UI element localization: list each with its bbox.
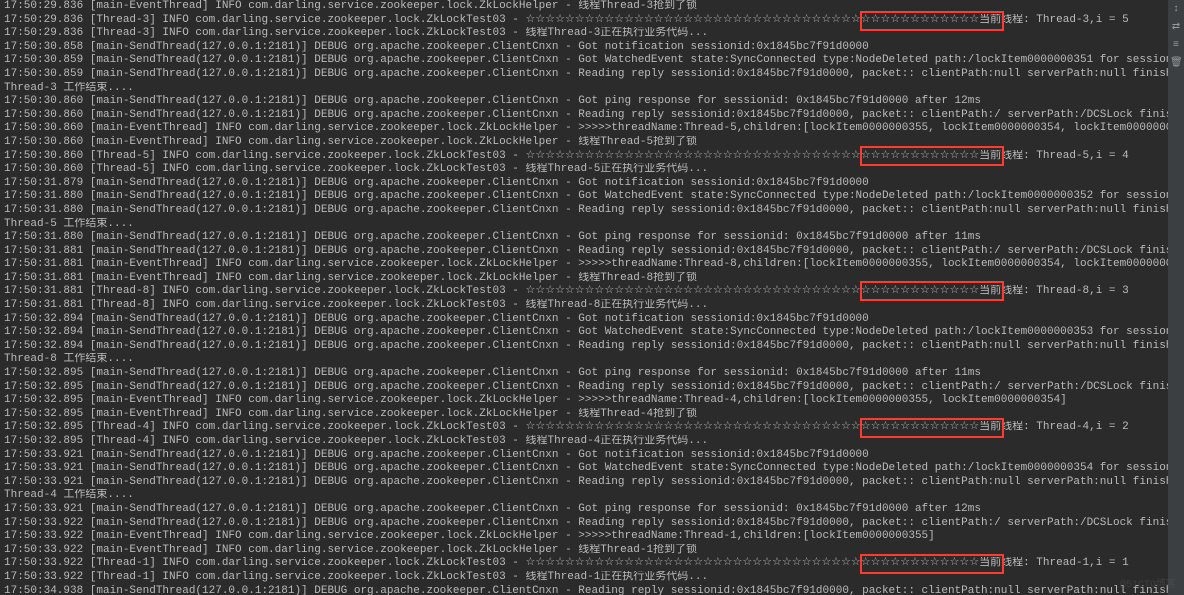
log-line: 17:50:32.894 [main-SendThread(127.0.0.1:…: [4, 313, 1180, 327]
log-line: 17:50:30.858 [main-SendThread(127.0.0.1:…: [4, 41, 1180, 55]
clear-icon[interactable]: 🗑: [1170, 58, 1182, 70]
log-line: Thread-5 工作结束....: [4, 218, 1180, 232]
log-line: 17:50:33.921 [main-SendThread(127.0.0.1:…: [4, 449, 1180, 463]
log-line: 17:50:30.859 [main-SendThread(127.0.0.1:…: [4, 68, 1180, 82]
log-line: 17:50:33.921 [main-SendThread(127.0.0.1:…: [4, 462, 1180, 476]
soft-wrap-icon[interactable]: ↕: [1170, 4, 1182, 16]
log-line: 17:50:32.895 [main-SendThread(127.0.0.1:…: [4, 381, 1180, 395]
log-line: 17:50:33.921 [main-SendThread(127.0.0.1:…: [4, 503, 1180, 517]
log-line: 17:50:31.881 [Thread-8] INFO com.darling…: [4, 299, 1180, 313]
log-line: 17:50:30.860 [Thread-5] INFO com.darling…: [4, 163, 1180, 177]
log-line: 17:50:30.860 [main-SendThread(127.0.0.1:…: [4, 95, 1180, 109]
log-line: 17:50:31.880 [main-SendThread(127.0.0.1:…: [4, 231, 1180, 245]
log-line: 17:50:33.922 [Thread-1] INFO com.darling…: [4, 557, 1180, 571]
log-line: Thread-8 工作结束....: [4, 353, 1180, 367]
log-line: 17:50:31.879 [main-SendThread(127.0.0.1:…: [4, 177, 1180, 191]
log-line: 17:50:33.922 [main-EventThread] INFO com…: [4, 530, 1180, 544]
log-line: Thread-4 工作结束....: [4, 489, 1180, 503]
log-line: 17:50:32.895 [Thread-4] INFO com.darling…: [4, 435, 1180, 449]
log-line: 17:50:32.895 [main-EventThread] INFO com…: [4, 394, 1180, 408]
log-line: 17:50:31.881 [main-SendThread(127.0.0.1:…: [4, 245, 1180, 259]
tool-gutter: ↕ ⇄ ≡ 🗑: [1168, 0, 1184, 595]
log-line: Thread-3 工作结束....: [4, 82, 1180, 96]
log-line: 17:50:30.860 [Thread-5] INFO com.darling…: [4, 150, 1180, 164]
log-line: 17:50:31.881 [Thread-8] INFO com.darling…: [4, 285, 1180, 299]
log-line: 17:50:32.895 [main-SendThread(127.0.0.1:…: [4, 367, 1180, 381]
log-line: 17:50:29.836 [Thread-3] INFO com.darling…: [4, 27, 1180, 41]
log-line: 17:50:33.922 [main-SendThread(127.0.0.1:…: [4, 517, 1180, 531]
log-line: 17:50:32.895 [main-EventThread] INFO com…: [4, 408, 1180, 422]
log-line: 17:50:31.881 [main-EventThread] INFO com…: [4, 258, 1180, 272]
log-line: 17:50:30.859 [main-SendThread(127.0.0.1:…: [4, 54, 1180, 68]
log-output[interactable]: 17:50:29.836 [main-EventThread] INFO com…: [0, 0, 1184, 595]
log-line: 17:50:29.836 [main-EventThread] INFO com…: [4, 0, 1180, 14]
log-line: 17:50:29.836 [Thread-3] INFO com.darling…: [4, 14, 1180, 28]
settings-icon[interactable]: ≡: [1170, 40, 1182, 52]
log-line: 17:50:32.894 [main-SendThread(127.0.0.1:…: [4, 340, 1180, 354]
log-line: 17:50:30.860 [main-EventThread] INFO com…: [4, 122, 1180, 136]
watermark: @51CTO博客: [1120, 579, 1176, 593]
log-line: 17:50:33.921 [main-SendThread(127.0.0.1:…: [4, 476, 1180, 490]
log-line: 17:50:32.894 [main-SendThread(127.0.0.1:…: [4, 326, 1180, 340]
log-line: 17:50:32.895 [Thread-4] INFO com.darling…: [4, 421, 1180, 435]
log-line: 17:50:34.938 [main-SendThread(127.0.0.1:…: [4, 585, 1180, 595]
log-line: 17:50:33.922 [Thread-1] INFO com.darling…: [4, 571, 1180, 585]
scroll-lock-icon[interactable]: ⇄: [1170, 22, 1182, 34]
log-line: 17:50:31.880 [main-SendThread(127.0.0.1:…: [4, 204, 1180, 218]
log-line: 17:50:30.860 [main-EventThread] INFO com…: [4, 136, 1180, 150]
log-line: 17:50:33.922 [main-EventThread] INFO com…: [4, 544, 1180, 558]
log-line: 17:50:31.881 [main-EventThread] INFO com…: [4, 272, 1180, 286]
log-line: 17:50:31.880 [main-SendThread(127.0.0.1:…: [4, 190, 1180, 204]
log-line: 17:50:30.860 [main-SendThread(127.0.0.1:…: [4, 109, 1180, 123]
